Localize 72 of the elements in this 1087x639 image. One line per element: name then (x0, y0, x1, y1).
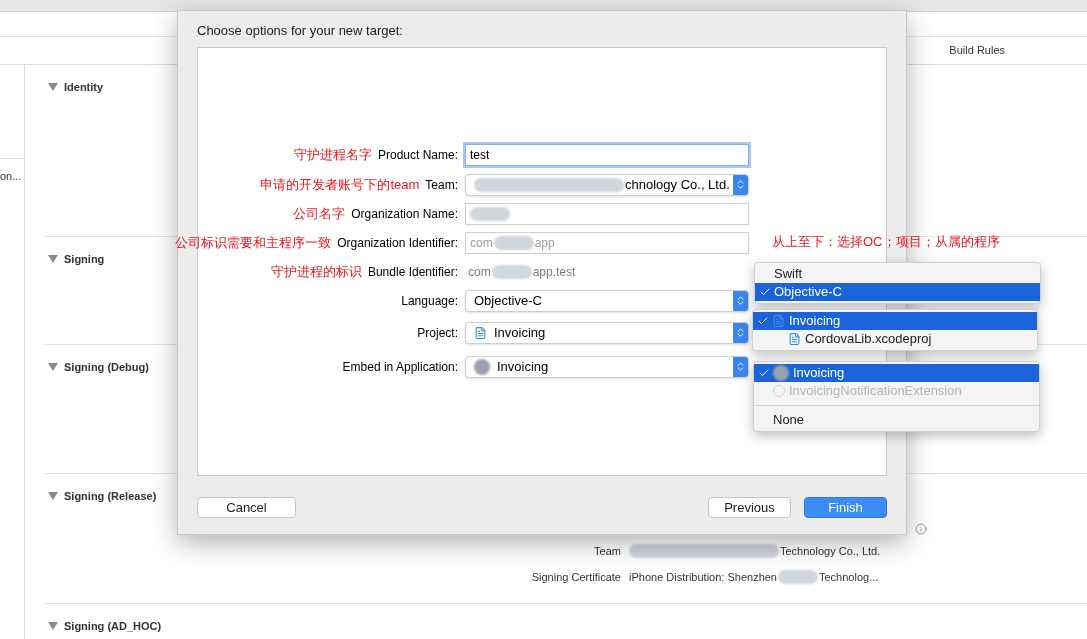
field-value: Invoicing (494, 323, 546, 342)
popup-button[interactable]: Objective-C (465, 289, 749, 312)
dialog-button[interactable]: Cancel (197, 496, 296, 518)
document-icon (772, 314, 785, 328)
row-label: Team (593, 543, 621, 559)
disclosure-triangle-icon[interactable] (48, 255, 58, 264)
field-label: Product Name: (377, 147, 458, 164)
tab[interactable]: Build Rules (949, 42, 1005, 59)
redacted-blur (778, 570, 818, 585)
redacted-blur (491, 264, 532, 279)
field-value: Invoicing (497, 357, 549, 376)
field-value: com (468, 263, 491, 281)
redacted-blur (470, 207, 510, 221)
section-title: Signing (Release) (64, 489, 157, 504)
field-label: Language: (401, 292, 458, 310)
stepper-icon (735, 294, 746, 307)
text-field[interactable] (465, 203, 749, 225)
dialog-button[interactable]: Previous (708, 496, 791, 518)
section-title: Identity (64, 80, 104, 95)
annotation: 从上至下：选择OC；项目；从属的程序 (772, 233, 1000, 251)
field-label: Embed in Application: (342, 358, 458, 376)
info-icon[interactable] (915, 522, 927, 535)
stepper-icon (735, 326, 746, 339)
section-title: Signing (AD_HOC) (64, 619, 162, 634)
annotation: 公司标识需要和主程序一致 (175, 234, 332, 253)
menu-item[interactable]: Swift (755, 265, 1040, 283)
field-label: Team: (425, 176, 458, 194)
field-label: Organization Name: (351, 206, 458, 223)
stepper-icon (735, 178, 746, 191)
check-icon (756, 315, 769, 327)
field-value: app.test (532, 263, 576, 281)
field-value: test (470, 147, 490, 164)
field-value: iPhone Distribution: Shenzhen (629, 570, 777, 585)
annotation: 守护进程名字 (293, 146, 372, 165)
popup-button[interactable]: chnology Co., Ltd. (465, 173, 749, 196)
annotation: 公司名字 (293, 205, 346, 224)
field-label: Bundle Identifier: (367, 263, 458, 281)
redacted-blur (493, 236, 534, 250)
document-icon (788, 332, 801, 346)
section-title: Signing (64, 252, 105, 267)
field-label: Organization Identifier: (337, 235, 458, 252)
popup-button[interactable]: Invoicing (465, 355, 749, 378)
popup-button[interactable]: Invoicing (465, 321, 749, 344)
text-field[interactable]: test (465, 144, 749, 166)
field-value: app (534, 235, 555, 252)
field-value: com (470, 235, 493, 252)
field-value: Objective-C (474, 291, 542, 310)
document-icon (474, 325, 487, 340)
menu-item[interactable]: Invoicing (753, 312, 1037, 330)
stepper-icon (735, 360, 746, 373)
check-icon (757, 367, 770, 379)
dialog-title: Choose options for your new target: (197, 22, 404, 40)
menu-item[interactable]: Objective-C (755, 283, 1040, 301)
row-label: Signing Certificate (530, 570, 621, 585)
section-title: Signing (Debug) (64, 360, 149, 375)
disclosure-triangle-icon[interactable] (48, 363, 58, 372)
menu-item[interactable]: CordovaLib.xcodeproj (753, 330, 1037, 348)
annotation: 申请的开发者账号下的team (260, 175, 420, 194)
field-label: Project: (417, 324, 458, 342)
disclosure-triangle-icon[interactable] (48, 622, 58, 631)
check-icon (758, 286, 771, 298)
field-value: Technolog... (819, 570, 879, 585)
disclosure-triangle-icon[interactable] (48, 492, 58, 501)
menu-item[interactable]: None (754, 411, 1039, 429)
field-value: chnology Co., Ltd. (625, 175, 730, 194)
redacted-blur (474, 358, 490, 375)
disclosure-triangle-icon[interactable] (48, 83, 58, 92)
annotation: 守护进程的标识 (270, 262, 362, 281)
redacted-blur (773, 365, 789, 381)
field-value: Technology Co., Ltd. (780, 543, 881, 559)
menu-item[interactable]: Invoicing (754, 364, 1039, 382)
sidebar-item[interactable]: on... (0, 168, 24, 185)
